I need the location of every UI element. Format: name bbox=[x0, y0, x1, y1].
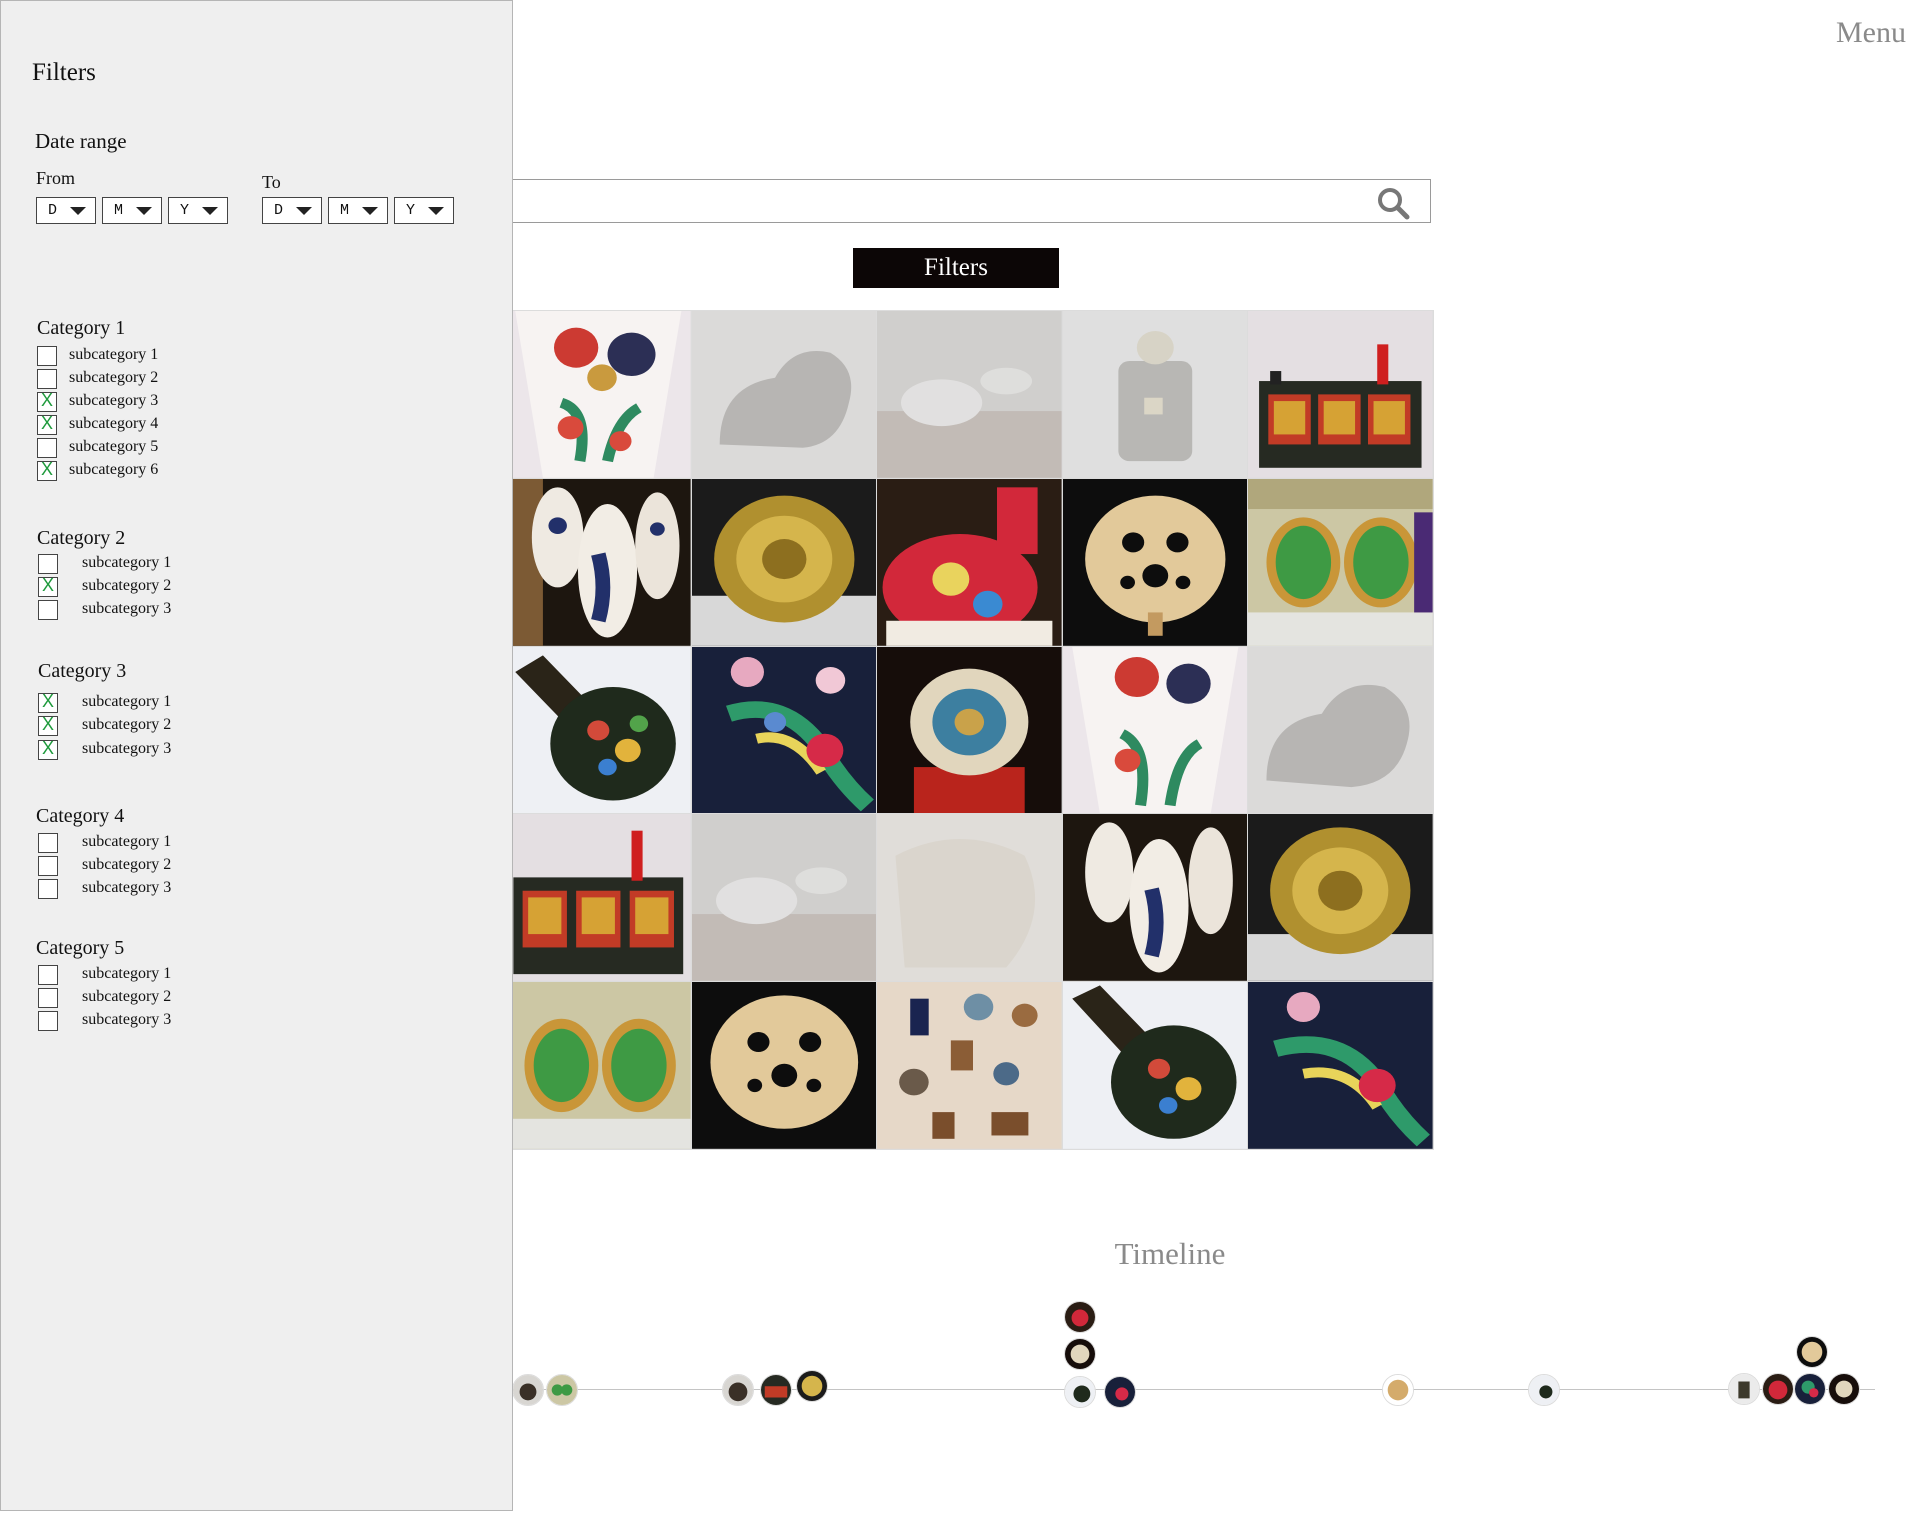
chevron-down-icon bbox=[428, 207, 444, 215]
chevron-down-icon bbox=[136, 207, 152, 215]
artifact-thumbnail-jade-openwork[interactable] bbox=[1062, 478, 1248, 646]
artifact-thumbnail-porcelain-spoons-2[interactable] bbox=[1062, 814, 1248, 982]
checkbox[interactable] bbox=[38, 856, 58, 876]
timeline-marker[interactable] bbox=[1064, 1376, 1096, 1408]
artifact-thumbnail-white-cups[interactable] bbox=[877, 311, 1062, 478]
artifact-thumbnail-lacquer-cabinet-2[interactable] bbox=[506, 814, 691, 982]
chevron-down-icon bbox=[362, 207, 378, 215]
timeline-marker[interactable] bbox=[1796, 1336, 1828, 1368]
category-1-title: Category 1 bbox=[37, 317, 126, 339]
timeline-marker[interactable] bbox=[1762, 1373, 1794, 1405]
artifact-thumbnail-flower-vase-panel[interactable] bbox=[506, 311, 691, 478]
category-4-title: Category 4 bbox=[36, 805, 125, 827]
filter-panel: Filters Date range From To D M Y D M Y C… bbox=[0, 0, 513, 1511]
checkbox[interactable] bbox=[38, 879, 58, 899]
from-year-select[interactable]: Y bbox=[168, 197, 228, 224]
artifact-thumbnail-lacquer-cabinet[interactable] bbox=[1248, 311, 1433, 478]
artifact-thumbnail-dragon-medallion[interactable] bbox=[877, 646, 1062, 814]
category-5-title: Category 5 bbox=[36, 937, 125, 959]
chevron-down-icon bbox=[202, 207, 218, 215]
filters-button[interactable]: Filters bbox=[853, 248, 1059, 288]
artifact-thumbnail-embroidered-bird-2[interactable] bbox=[1248, 982, 1433, 1149]
artifact-thumbnail-jade-openwork-2[interactable] bbox=[691, 982, 877, 1149]
checkbox[interactable] bbox=[38, 988, 58, 1008]
timeline-marker[interactable] bbox=[1382, 1374, 1414, 1406]
checkbox[interactable] bbox=[38, 1011, 58, 1031]
artifact-thumbnail-bronze-beast-2[interactable] bbox=[1248, 646, 1433, 814]
chevron-down-icon bbox=[70, 207, 86, 215]
timeline-marker[interactable] bbox=[1528, 1374, 1560, 1406]
checkbox[interactable] bbox=[37, 346, 57, 366]
timeline-marker[interactable] bbox=[1794, 1373, 1826, 1405]
timeline-marker[interactable] bbox=[546, 1374, 578, 1406]
artifact-thumbnail-miniature-objects-2[interactable] bbox=[877, 982, 1062, 1149]
artifact-thumbnail-bronze-beast[interactable] bbox=[691, 311, 877, 478]
checkbox[interactable] bbox=[37, 438, 57, 458]
to-year-select[interactable]: Y bbox=[394, 197, 454, 224]
checkbox[interactable] bbox=[38, 554, 58, 574]
artifact-thumbnail-lidded-jar[interactable] bbox=[1062, 311, 1248, 478]
timeline-axis bbox=[420, 1389, 1875, 1390]
checkbox[interactable] bbox=[38, 833, 58, 853]
category-3-title: Category 3 bbox=[38, 660, 127, 682]
category-2-title: Category 2 bbox=[37, 527, 126, 549]
artifact-grid bbox=[420, 310, 1434, 1150]
to-day-select[interactable]: D bbox=[262, 197, 322, 224]
to-label: To bbox=[262, 172, 281, 192]
timeline-marker[interactable] bbox=[512, 1374, 544, 1406]
checkbox[interactable]: X bbox=[38, 738, 58, 760]
artifact-thumbnail-famille-rose-vase[interactable] bbox=[877, 478, 1062, 646]
timeline-marker[interactable] bbox=[722, 1374, 754, 1406]
search-icon[interactable] bbox=[1376, 186, 1410, 220]
artifact-thumbnail-cloisonne-box[interactable] bbox=[506, 646, 691, 814]
artifact-thumbnail-cloisonne-box-2[interactable] bbox=[1062, 982, 1248, 1149]
timeline-marker[interactable] bbox=[1728, 1373, 1760, 1405]
search-bar[interactable]: ver bbox=[420, 179, 1431, 223]
artifact-thumbnail-white-cups-2[interactable] bbox=[691, 814, 877, 982]
timeline-marker[interactable] bbox=[1064, 1301, 1096, 1333]
date-range-label: Date range bbox=[35, 129, 127, 153]
menu-link[interactable]: Menu bbox=[1836, 16, 1906, 50]
timeline-marker[interactable] bbox=[1828, 1373, 1860, 1405]
artifact-thumbnail-porcelain-spoons[interactable] bbox=[506, 478, 691, 646]
timeline-marker[interactable] bbox=[1064, 1338, 1096, 1370]
artifact-thumbnail-embroidered-bird[interactable] bbox=[691, 646, 877, 814]
timeline-marker[interactable] bbox=[796, 1370, 828, 1402]
artifact-thumbnail-jade-earrings-2[interactable] bbox=[506, 982, 691, 1149]
timeline-marker[interactable] bbox=[1104, 1376, 1136, 1408]
checkbox[interactable] bbox=[37, 369, 57, 389]
checkbox[interactable]: X bbox=[37, 459, 57, 481]
artifact-thumbnail-jade-earrings[interactable] bbox=[1248, 478, 1433, 646]
timeline-marker[interactable] bbox=[760, 1374, 792, 1406]
checkbox[interactable]: X bbox=[38, 691, 58, 713]
checkbox[interactable] bbox=[38, 600, 58, 620]
artifact-thumbnail-gilt-medallion-2[interactable] bbox=[1248, 814, 1433, 982]
from-day-select[interactable]: D bbox=[36, 197, 96, 224]
artifact-thumbnail-gilt-medallion[interactable] bbox=[691, 478, 877, 646]
from-label: From bbox=[36, 168, 76, 188]
checkbox[interactable]: X bbox=[37, 390, 57, 412]
artifact-thumbnail-carved-relief-2[interactable] bbox=[877, 814, 1062, 982]
panel-title: Filters bbox=[32, 59, 96, 86]
to-month-select[interactable]: M bbox=[328, 197, 388, 224]
artifact-thumbnail-flower-vase-panel-2[interactable] bbox=[1062, 646, 1248, 814]
chevron-down-icon bbox=[296, 207, 312, 215]
checkbox[interactable] bbox=[38, 965, 58, 985]
checkbox[interactable]: X bbox=[38, 575, 58, 597]
checkbox[interactable]: X bbox=[38, 714, 58, 736]
checkbox[interactable]: X bbox=[37, 413, 57, 435]
from-month-select[interactable]: M bbox=[102, 197, 162, 224]
